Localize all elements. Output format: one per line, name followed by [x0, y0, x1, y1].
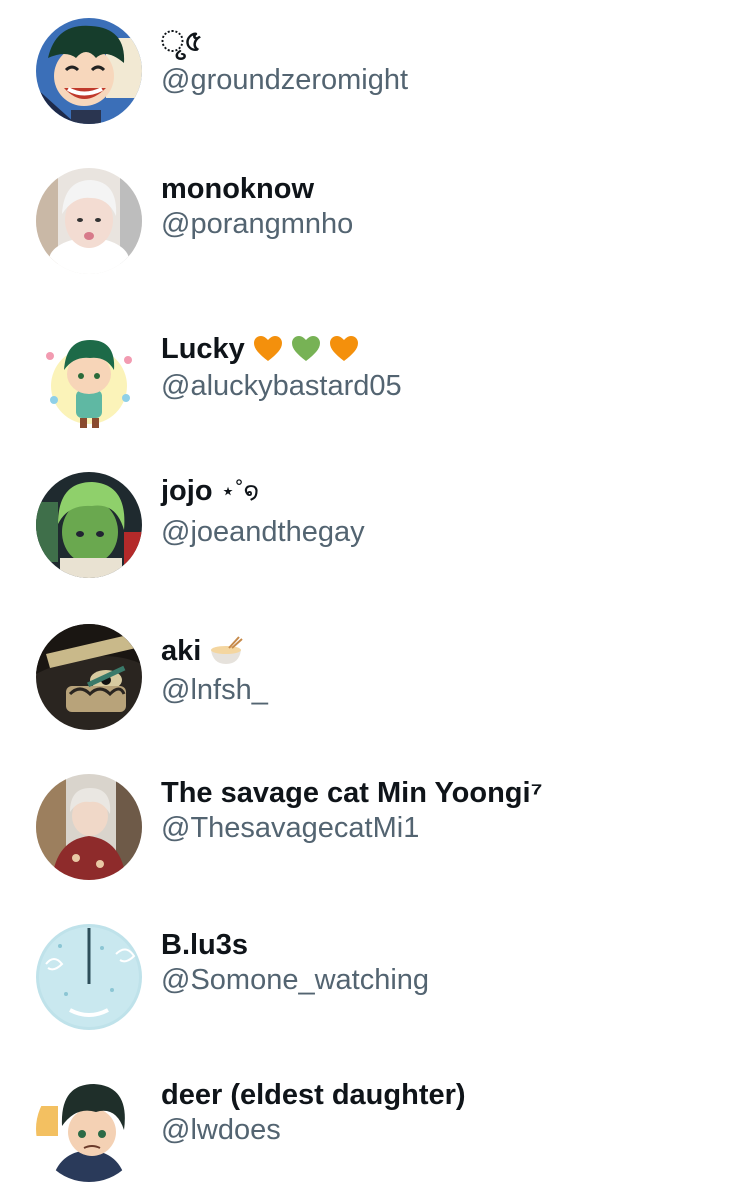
handle: @groundzeromight [161, 64, 409, 96]
display-name-text: B.lu3s [161, 928, 249, 961]
display-name-text: aki [161, 634, 202, 667]
account-row[interactable]: The savage cat Min Yoongi⁷ @Thesavagecat… [0, 762, 755, 902]
avatar[interactable] [36, 624, 142, 730]
handle: @Somone_watching [161, 964, 430, 996]
display-name-text: jojo [161, 474, 213, 507]
handle: @aluckybastard05 [161, 370, 402, 402]
display-name-text: The savage cat Min Yoongi⁷ [161, 776, 543, 809]
display-name: jojo ⋆˚໑ [161, 472, 259, 510]
account-row[interactable]: B.lu3s @Somone_watching [0, 912, 755, 1052]
account-row[interactable]: ୃ৫ @groundzeromight [0, 16, 755, 156]
display-name-text: ୃ৫ [161, 25, 203, 58]
avatar-anime-boy-dark-hair [36, 1076, 142, 1182]
account-row[interactable]: deer (eldest daughter) @lwdoes [0, 1064, 755, 1204]
display-name: ୃ৫ [161, 24, 203, 62]
display-name: monoknow [161, 170, 314, 208]
display-name: B.lu3s [161, 926, 248, 964]
account-row[interactable]: jojo ⋆˚໑ @joeandthegay [0, 460, 755, 600]
handle: @lnfsh_ [161, 674, 268, 706]
avatar-chibi-green-hair [36, 326, 142, 432]
avatar[interactable] [36, 18, 142, 124]
noodle-bowl-icon [211, 636, 243, 664]
display-name-suffix: ⋆˚໑ [220, 477, 259, 505]
green-heart-icon [291, 336, 320, 361]
handle: @ThesavagecatMi1 [161, 812, 420, 844]
display-name-text: deer (eldest daughter) [161, 1078, 466, 1111]
avatar[interactable] [36, 924, 142, 1030]
avatar-dark-anime-closeup [36, 624, 142, 730]
account-row[interactable]: Lucky @aluckybastard05 [0, 312, 755, 452]
orange-heart-icon [329, 336, 358, 361]
display-name: Lucky [161, 330, 359, 368]
orange-heart-icon [253, 336, 282, 361]
avatar[interactable] [36, 1076, 142, 1182]
display-name: deer (eldest daughter) [161, 1076, 466, 1114]
display-name-text: Lucky [161, 332, 245, 365]
account-row[interactable]: aki @lnfsh_ [0, 612, 755, 752]
avatar-anime-boy-grin [36, 18, 142, 124]
avatar[interactable] [36, 168, 142, 274]
display-name: The savage cat Min Yoongi⁷ [161, 774, 543, 812]
avatar-blue-textured [36, 924, 142, 1030]
account-list: ୃ৫ @groundzeromight monoknow @porangmnho [0, 0, 755, 1200]
avatar-person-white-hair [36, 168, 142, 274]
handle: @porangmnho [161, 208, 354, 240]
display-name: aki [161, 632, 243, 670]
avatar-green-face [36, 472, 142, 578]
display-name-text: monoknow [161, 172, 315, 205]
avatar[interactable] [36, 472, 142, 578]
avatar[interactable] [36, 326, 142, 432]
handle: @joeandthegay [161, 516, 365, 548]
avatar-person-red-outfit [36, 774, 142, 880]
avatar[interactable] [36, 774, 142, 880]
account-row[interactable]: monoknow @porangmnho [0, 150, 755, 290]
handle: @lwdoes [161, 1114, 281, 1146]
